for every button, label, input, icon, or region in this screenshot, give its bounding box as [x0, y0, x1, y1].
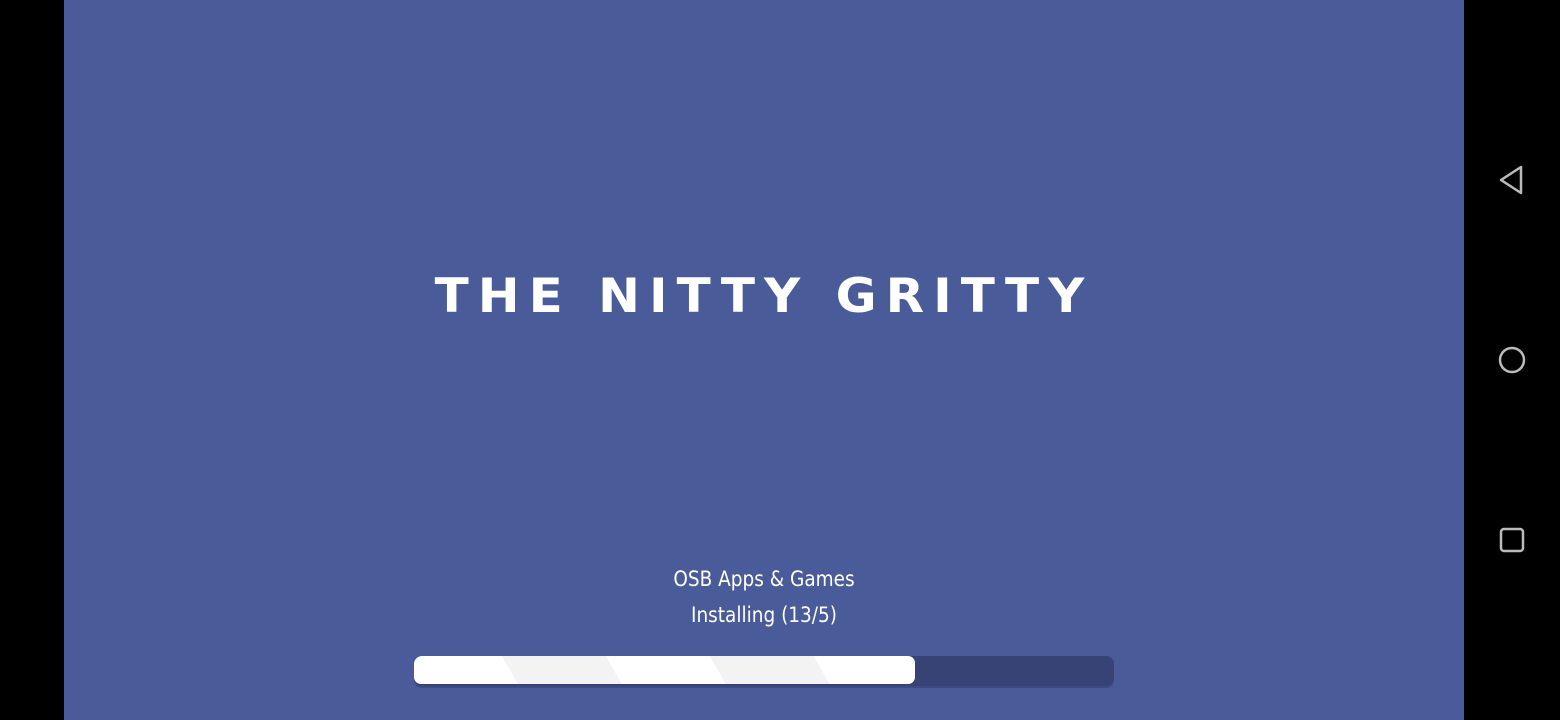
- publisher-label: OSB Apps & Games: [673, 567, 855, 591]
- recents-icon: [1499, 527, 1525, 553]
- back-button[interactable]: [1492, 160, 1532, 200]
- install-status: Installing (13/5): [690, 603, 837, 627]
- game-logo-title: THE NITTY GRITTY: [434, 268, 1094, 324]
- recents-button[interactable]: [1492, 520, 1532, 560]
- progress-bar: [414, 656, 1114, 686]
- progress-bar-fill: [414, 656, 916, 684]
- back-icon: [1499, 165, 1523, 195]
- home-button[interactable]: [1492, 340, 1532, 380]
- splash-screen: THE NITTY GRITTY OSB Apps & Games Instal…: [64, 0, 1464, 720]
- android-nav-bar: [1464, 0, 1560, 720]
- home-icon: [1498, 346, 1526, 374]
